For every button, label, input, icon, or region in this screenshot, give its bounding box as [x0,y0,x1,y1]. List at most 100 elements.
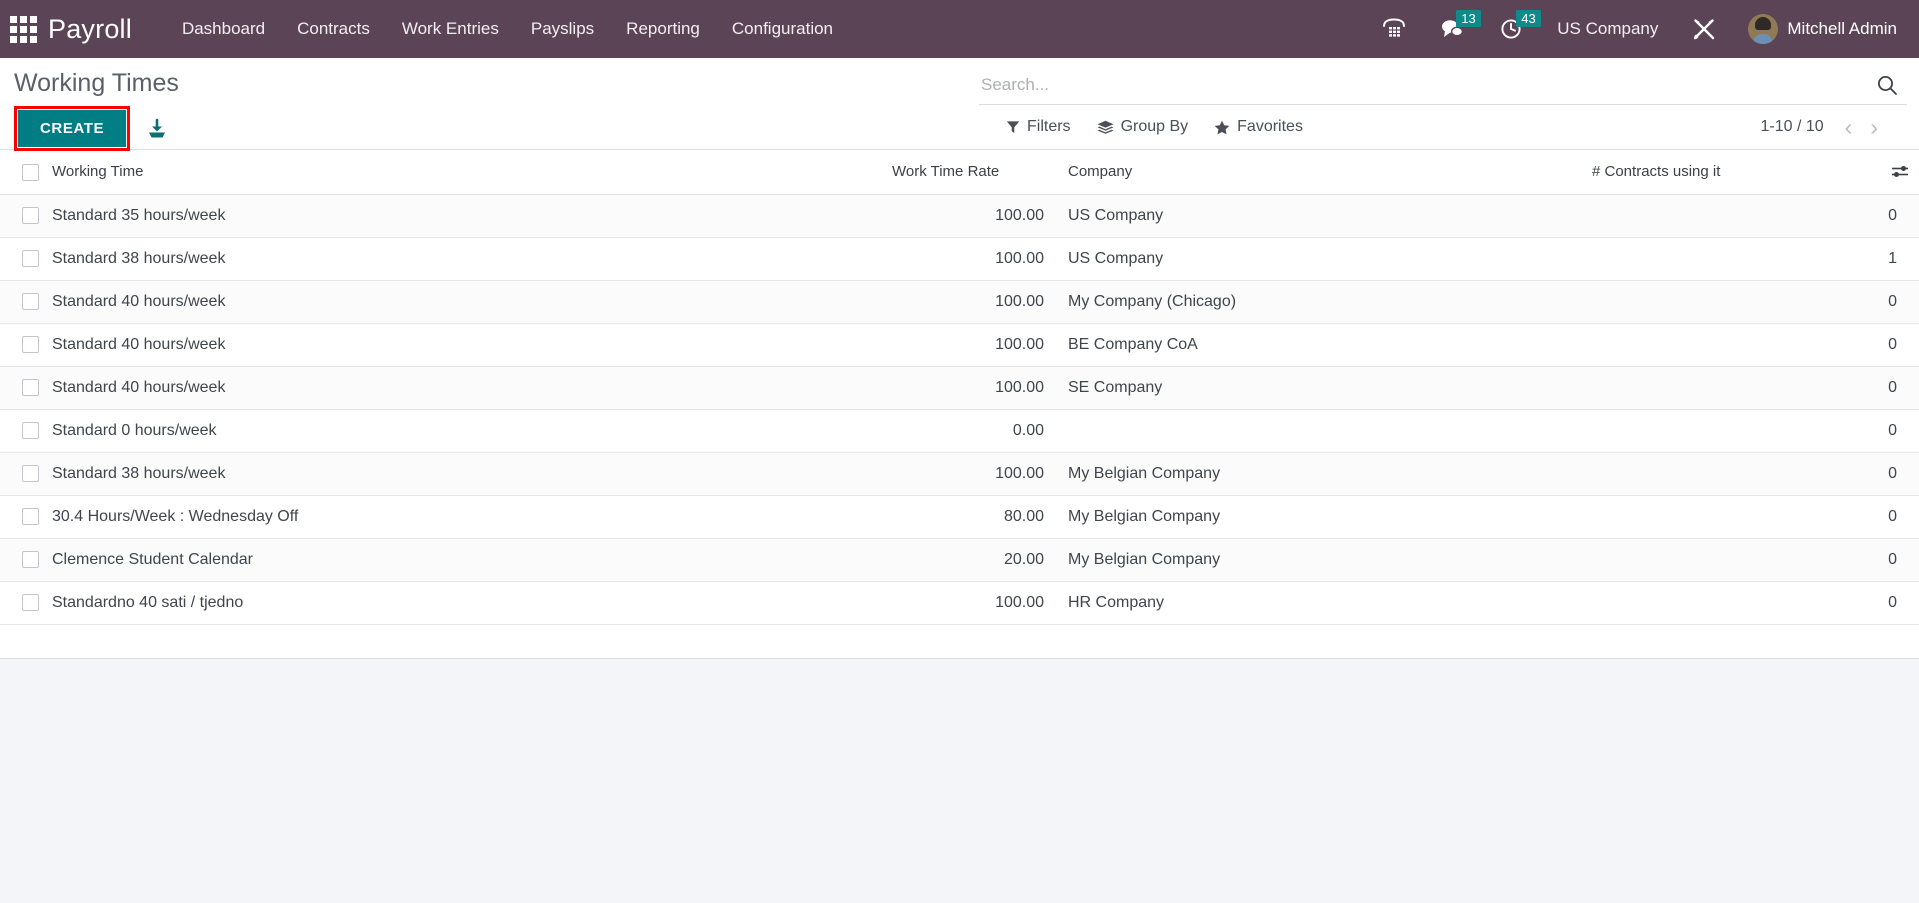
import-download-icon [149,118,166,137]
cell-work-time-rate: 100.00 [892,237,1052,281]
groupby-dropdown[interactable]: Group By [1084,114,1202,140]
row-checkbox[interactable] [22,507,39,525]
row-select-cell [0,194,52,238]
row-checkbox[interactable] [22,335,39,353]
cell-work-time-rate: 100.00 [892,280,1052,324]
cell-contracts-count: 0 [1592,581,1919,625]
cell-company: US Company [1052,237,1592,281]
pager-range: 1-10 / 10 [1760,118,1824,135]
page-title: Working Times [14,69,179,97]
menu-item-configuration[interactable]: Configuration [716,0,849,58]
cell-company: My Belgian Company [1052,452,1592,496]
create-button[interactable]: CREATE [18,110,127,147]
cell-work-time-rate: 100.00 [892,323,1052,367]
menu-item-reporting[interactable]: Reporting [610,0,716,58]
cell-contracts-count: 0 [1592,280,1919,324]
select-all-checkbox[interactable] [22,163,39,181]
page-background [0,658,1919,859]
pager-previous-button[interactable]: ‹ [1838,116,1860,139]
menu-item-dashboard[interactable]: Dashboard [166,0,281,58]
row-select-cell [0,581,52,625]
row-checkbox[interactable] [22,464,39,482]
cell-working-time: Standard 40 hours/week [52,323,892,367]
row-select-cell [0,495,52,539]
search-button[interactable] [1867,74,1907,96]
column-options-icon [1892,165,1908,177]
star-icon [1214,120,1230,134]
menu-item-work-entries[interactable]: Work Entries [386,0,515,58]
row-checkbox[interactable] [22,421,39,439]
app-brand-payroll[interactable]: Payroll [48,14,132,45]
search-input[interactable] [979,74,1867,95]
row-checkbox[interactable] [22,292,39,310]
cell-working-time: Standard 35 hours/week [52,194,892,238]
table-row[interactable]: Standard 40 hours/week 100.00 SE Company 0 [0,366,1919,410]
developer-tools-button[interactable] [1674,0,1734,58]
cell-work-time-rate: 20.00 [892,538,1052,582]
select-all-header [0,150,52,195]
table-row[interactable]: 30.4 Hours/Week : Wednesday Off 80.00 My B… [0,495,1919,539]
search-facets: Filters Group By Favorites 1-10 / 10 ‹ › [979,105,1907,149]
cell-company: My Belgian Company [1052,538,1592,582]
row-select-cell [0,323,52,367]
favorites-dropdown[interactable]: Favorites [1201,114,1316,140]
row-checkbox[interactable] [22,550,39,568]
control-panel-right: Filters Group By Favorites [979,58,1907,149]
menu-item-payslips[interactable]: Payslips [515,0,610,58]
list-view: Working Time Work Time Rate Company # Co… [0,150,1919,659]
table-row[interactable]: Standard 35 hours/week 100.00 US Company 0 [0,194,1919,238]
control-panel-buttons: CREATE [14,98,979,151]
column-header-working-time[interactable]: Working Time [52,150,892,195]
column-header-contracts-label: # Contracts using it [1592,163,1721,181]
pager-next-button[interactable]: › [1863,116,1885,139]
row-select-cell [0,409,52,453]
cell-working-time: Standard 0 hours/week [52,409,892,453]
table-row[interactable]: Clemence Student Calendar 20.00 My Belgian… [0,538,1919,582]
messages-button[interactable]: 13 [1423,0,1483,58]
cell-work-time-rate: 100.00 [892,194,1052,238]
voip-phone-icon [1383,18,1406,37]
cell-contracts-count: 0 [1592,538,1919,582]
user-avatar [1748,14,1779,44]
column-header-work-time-rate[interactable]: Work Time Rate [892,150,1052,195]
activities-button[interactable]: 43 [1483,0,1541,58]
optional-columns-toggle[interactable] [1891,164,1909,180]
column-header-company[interactable]: Company [1052,150,1592,195]
table-row[interactable]: Standard 38 hours/week 100.00 US Company 1 [0,237,1919,281]
row-checkbox[interactable] [22,593,39,611]
row-checkbox[interactable] [22,206,39,224]
search-bar [979,65,1907,105]
user-menu[interactable]: Mitchell Admin [1734,14,1901,44]
activities-count-badge: 43 [1516,10,1541,27]
table-row[interactable]: Standard 0 hours/week 0.00 0 [0,409,1919,453]
voip-phone-button[interactable] [1365,0,1423,58]
company-switcher[interactable]: US Company [1541,19,1674,39]
row-select-cell [0,452,52,496]
apps-grid-icon[interactable] [8,14,38,44]
import-records-button[interactable] [146,118,168,140]
row-checkbox[interactable] [22,378,39,396]
cell-contracts-count: 0 [1592,495,1919,539]
table-row[interactable]: Standard 40 hours/week 100.00 BE Company C… [0,323,1919,367]
pager: 1-10 / 10 ‹ › [1760,116,1908,139]
cell-working-time: 30.4 Hours/Week : Wednesday Off [52,495,892,539]
menu-item-contracts[interactable]: Contracts [281,0,386,58]
cell-working-time: Standardno 40 sati / tjedno [52,581,892,625]
user-name-label: Mitchell Admin [1787,19,1897,38]
table-row[interactable]: Standard 40 hours/week 100.00 My Company (… [0,280,1919,324]
cell-working-time: Standard 40 hours/week [52,366,892,410]
cell-work-time-rate: 0.00 [892,409,1052,453]
filters-dropdown[interactable]: Filters [993,114,1084,140]
cell-company: My Belgian Company [1052,495,1592,539]
table-row[interactable]: Standard 38 hours/week 100.00 My Belgian C… [0,452,1919,496]
row-checkbox[interactable] [22,249,39,267]
navbar-systray: 13 43 US Company Mitchell Admin [1365,0,1901,58]
cell-working-time: Standard 38 hours/week [52,237,892,281]
groupby-label: Group By [1120,118,1189,135]
table-row[interactable]: Standardno 40 sati / tjedno 100.00 HR Comp… [0,581,1919,625]
control-panel-left: Working Times CREATE [14,58,979,151]
favorites-label: Favorites [1237,118,1303,135]
cell-working-time: Clemence Student Calendar [52,538,892,582]
cell-work-time-rate: 100.00 [892,452,1052,496]
column-header-contracts-using-it[interactable]: # Contracts using it [1592,150,1919,195]
